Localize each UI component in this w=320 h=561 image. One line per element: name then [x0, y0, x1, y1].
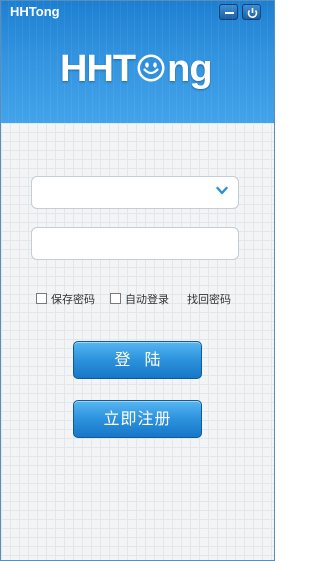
- app-logo: HHT ng: [60, 48, 213, 90]
- window-title: HHTong: [10, 4, 60, 19]
- find-password-link[interactable]: 找回密码: [187, 293, 231, 306]
- password-field[interactable]: [31, 227, 239, 260]
- close-button[interactable]: [242, 4, 261, 20]
- chevron-down-icon[interactable]: [216, 186, 228, 196]
- auto-login-checkbox[interactable]: [110, 293, 121, 304]
- logo-text-right: ng: [167, 48, 212, 90]
- username-combobox[interactable]: [31, 176, 239, 209]
- logo-text-left: HHT: [60, 48, 136, 90]
- save-password-checkbox[interactable]: [36, 293, 47, 304]
- save-password-label[interactable]: 保存密码: [51, 293, 95, 306]
- minimize-button[interactable]: [219, 4, 238, 20]
- register-button[interactable]: 立即注册: [73, 400, 202, 438]
- auto-login-label[interactable]: 自动登录: [125, 293, 169, 306]
- login-form-area: 保存密码 自动登录 找回密码 登陆 立即注册: [1, 123, 274, 560]
- login-window: HHTong HHT ng 保存密码 自动登录 找回密码 登陆 立即注册: [0, 0, 275, 561]
- power-icon: [247, 8, 258, 18]
- minimize-icon: [225, 12, 234, 14]
- login-button[interactable]: 登陆: [73, 341, 202, 379]
- smiley-icon: [137, 54, 165, 82]
- header-banner: HHTong HHT ng: [1, 1, 274, 123]
- login-options: 保存密码 自动登录 找回密码: [1, 293, 274, 309]
